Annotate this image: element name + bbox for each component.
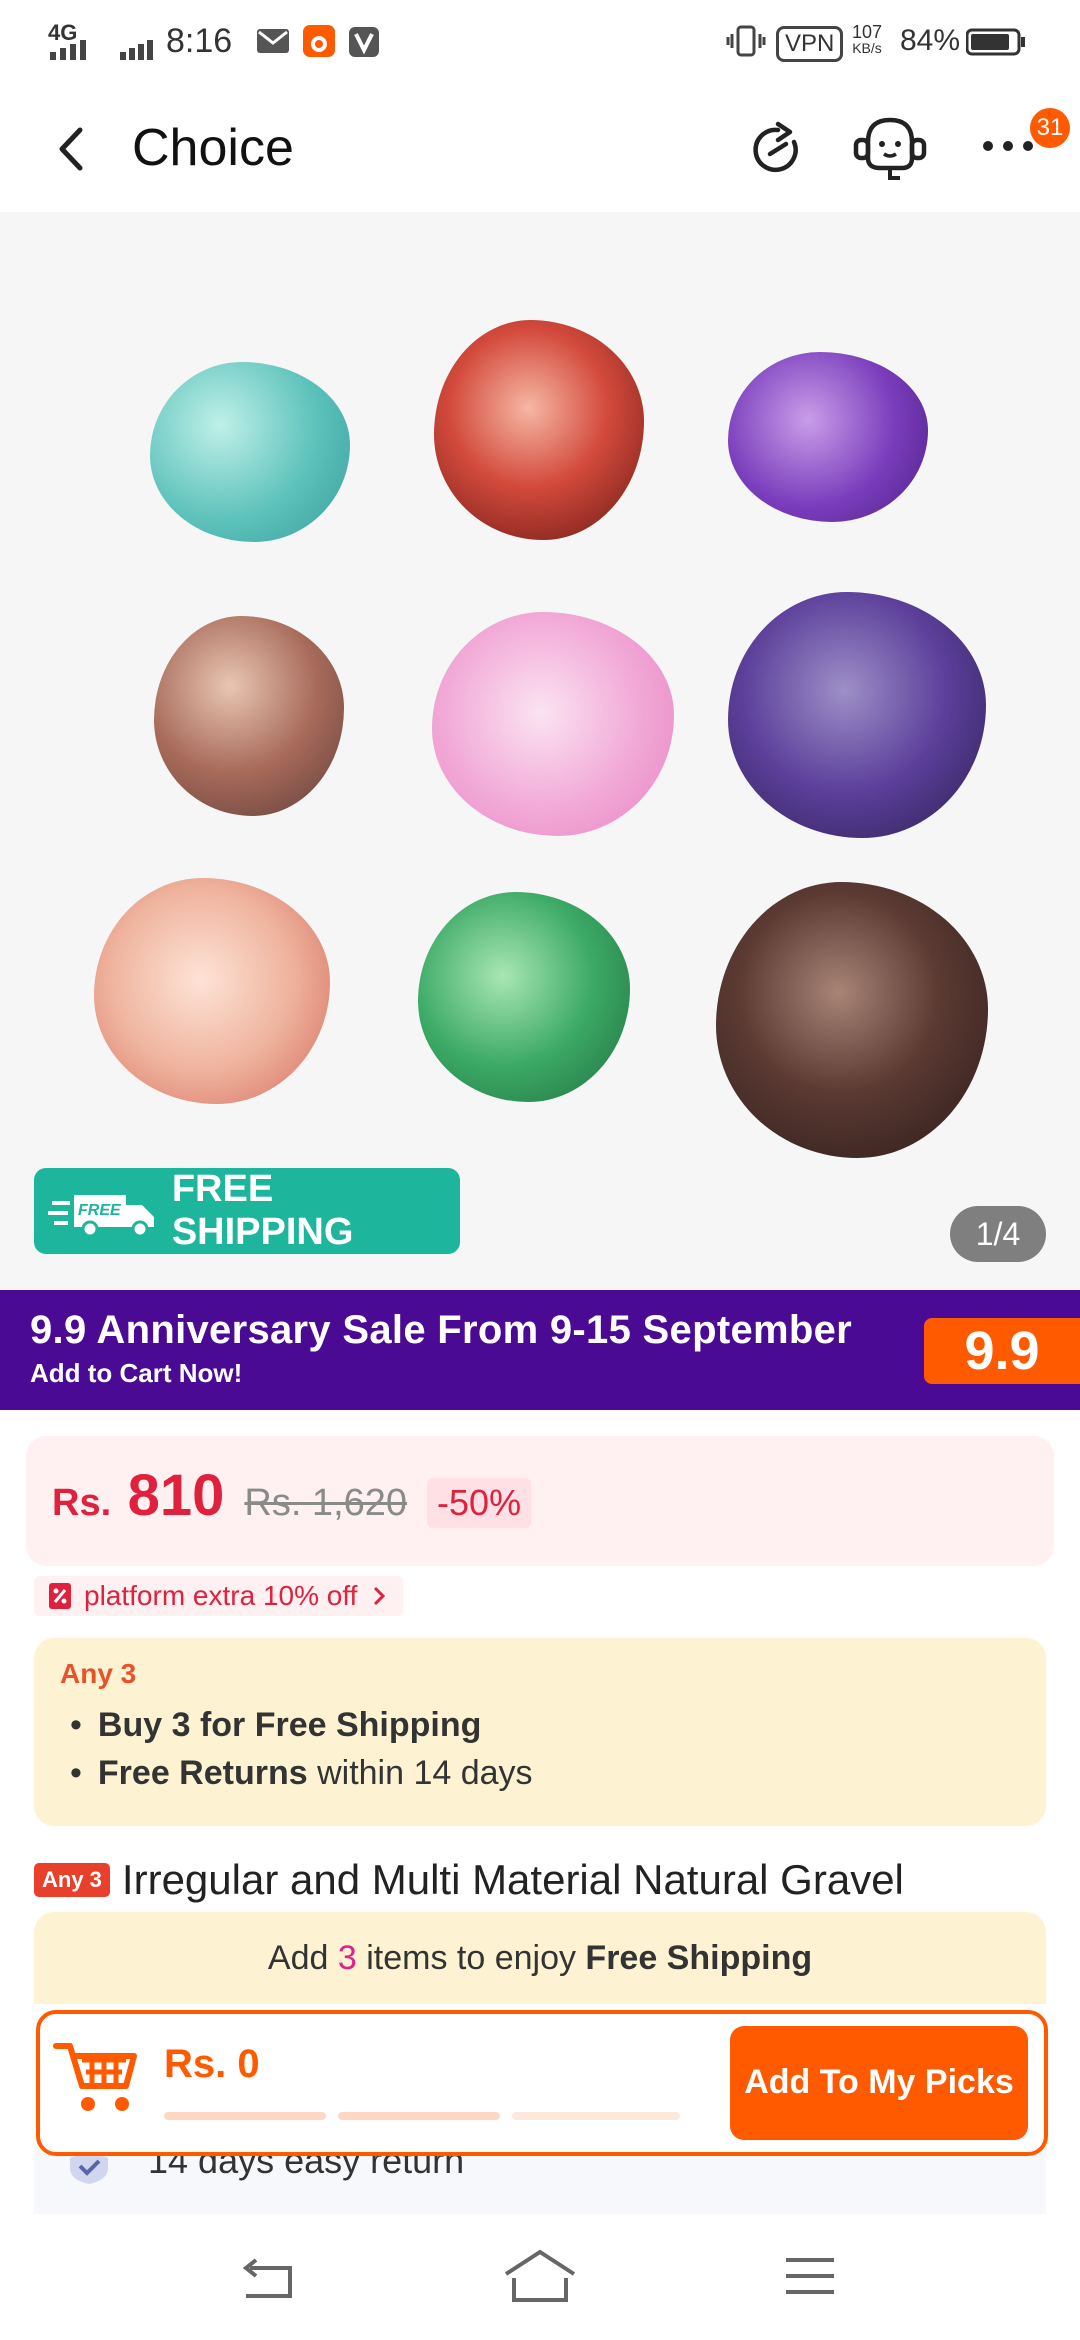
battery-icon (966, 28, 1025, 56)
progress-segment (338, 2112, 500, 2120)
vpn-indicator: VPN (776, 26, 844, 62)
share-icon[interactable] (748, 120, 808, 180)
product-title: Irregular and Multi Material Natural Gra… (121, 1856, 904, 1903)
discount-badge: -50% (427, 1478, 532, 1528)
coupon-icon (49, 1583, 71, 1609)
bundle-offer-box: Any 3 • Buy 3 for Free Shipping • Free Ret… (34, 1638, 1046, 1826)
free-shipping-badge: FREE FREE SHIPPING (34, 1168, 460, 1254)
strip-prefix: Add (267, 1938, 338, 1977)
offer-tag: Any 3 (60, 1658, 137, 1689)
v-app-icon (349, 27, 379, 57)
speed-value: 107 (851, 22, 883, 42)
nav-home-icon[interactable] (500, 2244, 580, 2310)
offer-bullet-bold: Buy 3 for Free Shipping (97, 1706, 482, 1744)
price-box: Rs. 810 Rs. 1,620 -50% (26, 1436, 1054, 1566)
items-count: 3 (337, 1938, 357, 1977)
clock: 8:16 (166, 22, 233, 60)
strip-bold: Free Shipping (585, 1938, 813, 1977)
nav-back-icon[interactable] (236, 2250, 306, 2310)
offer-bullet: • Buy 3 for Free Shipping (70, 1706, 482, 1744)
free-truck-label: FREE (78, 1202, 122, 1219)
progress-segment (164, 2112, 326, 2120)
chevron-right-icon (374, 1586, 386, 1606)
back-icon[interactable] (52, 124, 92, 174)
product-tag: Any 3 (34, 1863, 110, 1897)
app-notification-icon (303, 25, 335, 57)
cart-amount: Rs. 0 (164, 2042, 260, 2086)
free-shipping-label: FREE SHIPPING (171, 1168, 354, 1253)
signal-2-icon (120, 40, 153, 60)
promo-badge: 9.9 (924, 1318, 1080, 1384)
notification-badge: 31 (1030, 108, 1070, 148)
add-to-my-picks-button[interactable]: Add To My Picks (730, 2026, 1028, 2140)
price-group: Rs. 810 (52, 1462, 224, 1529)
status-bar: 4G 8:16 VPN 107 KB/s 84% (0, 0, 1080, 86)
page-title: Choice (132, 119, 294, 177)
promo-title: 9.9 Anniversary Sale From 9-15 September (30, 1308, 852, 1352)
coupon-label: platform extra 10% off (84, 1580, 358, 1611)
support-icon[interactable] (850, 112, 930, 184)
mail-icon (257, 29, 289, 53)
delivery-truck-icon: FREE (48, 1195, 154, 1238)
signal-icon (50, 40, 86, 60)
network-speed: 107 KB/s (844, 22, 890, 56)
current-price: 810 (127, 1463, 225, 1528)
platform-coupon[interactable]: platform extra 10% off (34, 1576, 404, 1616)
cart-icon[interactable] (52, 2034, 140, 2122)
strip-middle: items to enjoy (356, 1938, 586, 1977)
progress-segment (512, 2112, 680, 2120)
product-image-gallery[interactable] (0, 212, 1080, 1290)
promo-subtitle: Add to Cart Now! (30, 1358, 243, 1388)
free-shipping-progress-strip: Add 3 items to enjoy Free Shipping (34, 1912, 1046, 2004)
currency-label: Rs. (52, 1482, 112, 1524)
offer-bullet-rest: within 14 days (307, 1754, 533, 1792)
vibrate-icon (726, 25, 766, 57)
original-price: Rs. 1,620 (244, 1482, 408, 1524)
offer-bullet: • Free Returns within 14 days (70, 1754, 533, 1792)
more-icon[interactable] (980, 136, 1036, 156)
battery-percent: 84% (900, 24, 961, 57)
nav-menu-icon[interactable] (782, 2252, 838, 2302)
product-title-row: Any 3 Irregular and Multi Material Natur… (34, 1856, 1044, 1904)
image-counter: 1/4 (950, 1206, 1046, 1262)
speed-unit: KB/s (852, 40, 882, 56)
offer-bullet-bold: Free Returns (97, 1754, 308, 1792)
